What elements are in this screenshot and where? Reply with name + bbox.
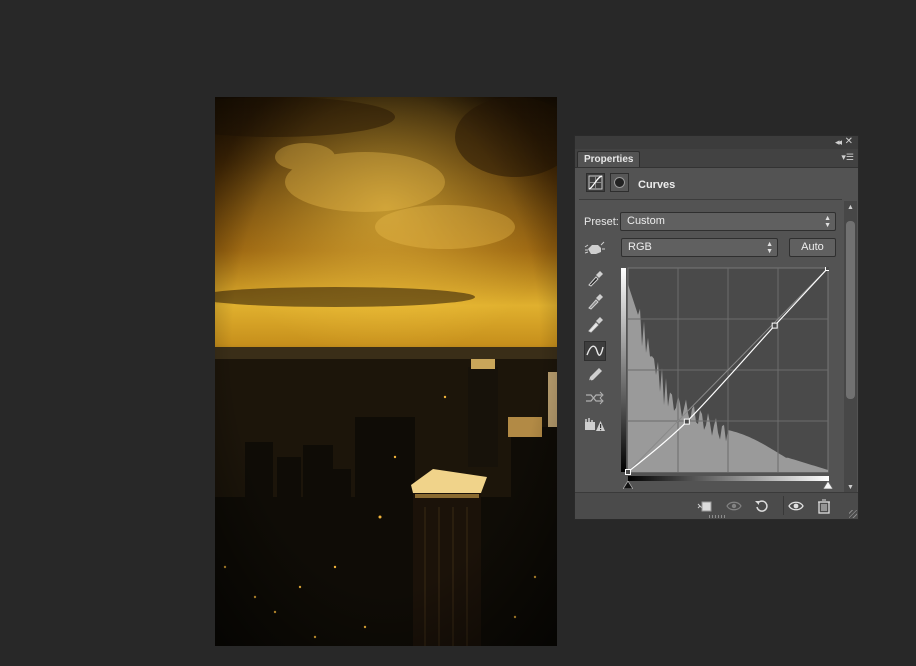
adjustment-title: Curves xyxy=(638,179,676,191)
properties-panel: ◂◂ ✕ Properties ▾☰ Curves Preset: Custom… xyxy=(574,135,859,520)
close-icon[interactable]: ✕ xyxy=(845,136,853,147)
tab-properties[interactable]: Properties xyxy=(577,151,641,167)
scroll-up-arrow-icon[interactable]: ▲ xyxy=(847,204,854,211)
view-previous-state-icon[interactable] xyxy=(726,498,742,514)
corner-resize-grip[interactable] xyxy=(849,510,857,518)
panel-tab-row: Properties ▾☰ xyxy=(575,149,858,168)
reset-icon[interactable] xyxy=(754,498,770,514)
panel-menu-icon[interactable]: ▾☰ xyxy=(841,152,854,163)
vertical-gradient-bar xyxy=(621,268,626,472)
channel-dropdown[interactable]: RGB ▲ ▼ xyxy=(621,238,778,257)
preset-dropdown[interactable]: Custom ▲ ▼ xyxy=(620,212,836,231)
clipping-warning-icon[interactable] xyxy=(584,414,606,434)
updown-arrows-icon: ▲ ▼ xyxy=(766,241,773,255)
panel-resize-grip[interactable] xyxy=(709,515,727,518)
auto-button[interactable]: Auto xyxy=(789,238,836,257)
curve-control-point[interactable] xyxy=(625,469,631,475)
curve-control-point[interactable] xyxy=(771,322,778,329)
divider xyxy=(579,199,842,200)
preset-label: Preset: xyxy=(584,216,619,228)
clip-to-layer-icon[interactable] xyxy=(696,498,712,514)
black-point-eyedropper-icon[interactable] xyxy=(584,268,606,288)
gray-point-eyedropper-icon[interactable] xyxy=(584,291,606,311)
channel-value: RGB xyxy=(628,241,652,253)
black-point-slider[interactable] xyxy=(623,481,633,489)
edit-points-curve-icon[interactable] xyxy=(584,341,606,361)
scroll-down-arrow-icon[interactable]: ▼ xyxy=(847,484,854,491)
panel-title-bar[interactable]: ◂◂ ✕ xyxy=(575,136,858,149)
curve-control-point[interactable] xyxy=(825,267,830,271)
scrollbar[interactable]: ▲ ▼ xyxy=(844,201,857,494)
visibility-eye-icon[interactable] xyxy=(788,498,804,514)
on-image-adjust-hand-icon[interactable] xyxy=(584,239,606,259)
panel-footer xyxy=(575,492,858,519)
horizontal-gradient-bar xyxy=(628,476,829,481)
draw-pencil-icon[interactable] xyxy=(584,365,606,385)
city-sunset-photo xyxy=(215,97,557,646)
scroll-thumb[interactable] xyxy=(846,221,855,399)
curves-graph[interactable] xyxy=(621,267,829,475)
canvas-image[interactable] xyxy=(215,97,557,646)
smooth-curve-icon[interactable] xyxy=(584,388,606,408)
curves-adjustment-icon[interactable] xyxy=(586,173,605,192)
divider xyxy=(783,496,784,515)
preset-value: Custom xyxy=(627,215,665,227)
white-point-eyedropper-icon[interactable] xyxy=(584,314,606,334)
layer-mask-icon[interactable] xyxy=(610,173,629,192)
updown-arrows-icon: ▲ ▼ xyxy=(824,215,831,229)
white-point-slider[interactable] xyxy=(823,481,833,489)
trash-icon[interactable] xyxy=(816,498,832,514)
curve-control-point[interactable] xyxy=(683,418,690,425)
collapse-panel-icon[interactable]: ◂◂ xyxy=(835,137,842,148)
